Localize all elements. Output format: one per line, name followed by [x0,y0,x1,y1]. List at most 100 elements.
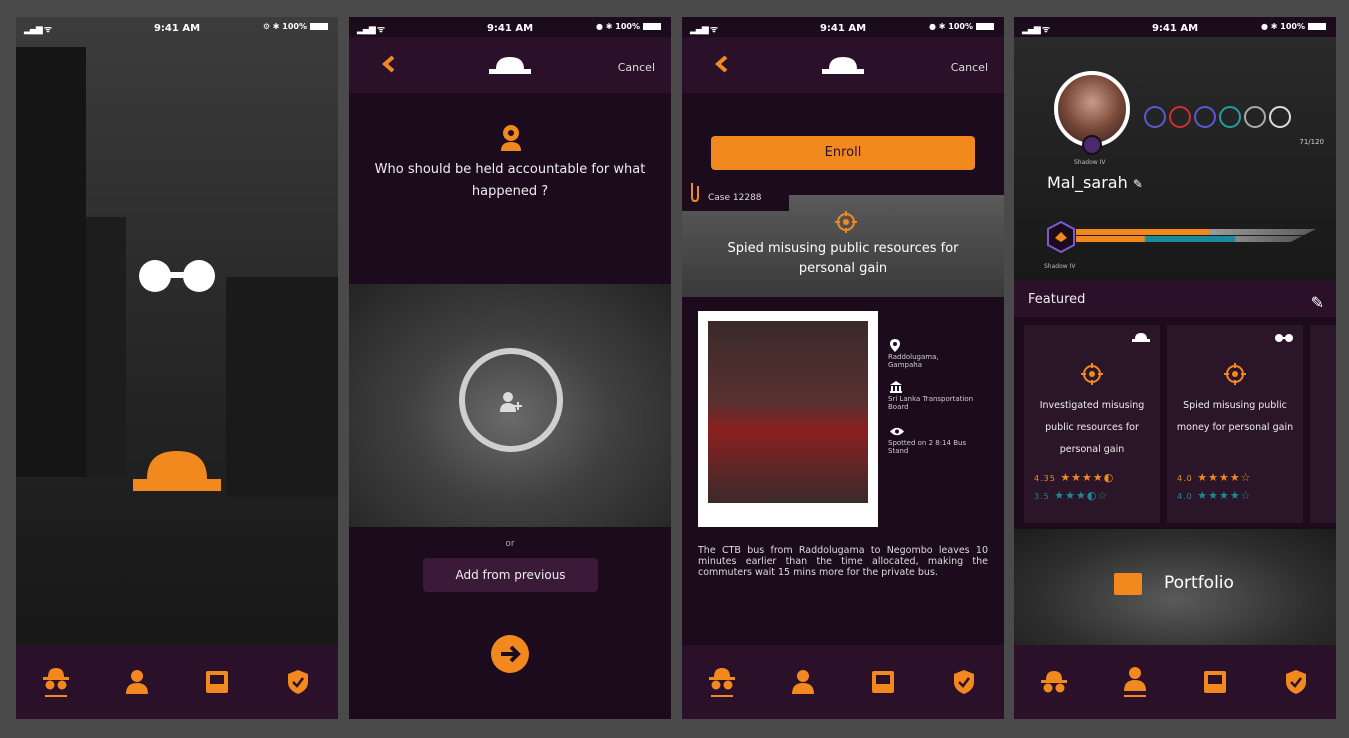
rating-row: 3.5 ★★★◐☆ [1034,489,1108,502]
rank-label: Shadow IV [1074,159,1106,166]
portfolio-label: Portfolio [1164,573,1234,593]
star-rating-icon: ★★★★☆ [1197,471,1252,484]
building-left-2 [86,217,126,477]
star-rating-icon: ★★★★☆ [1197,489,1252,502]
paperclip-icon [691,183,699,203]
inbox-icon [872,671,895,693]
badge-teal-icon[interactable] [1219,106,1241,128]
featured-card[interactable]: Spied misusing public money for personal… [1167,325,1303,523]
target-icon [1224,363,1246,385]
next-button[interactable] [491,635,529,673]
nav-header: Cancel [682,37,1004,93]
spotted-text: Spotted on 2 8:14 Bus Stand [888,439,967,455]
back-chevron-icon[interactable] [714,55,730,73]
person-icon [1123,667,1146,691]
accountability-screen: ▂▄▆ ᯤ 9:41 AM ● ✱ 100% Cancel Who should… [349,17,671,719]
tab-active-indicator [45,695,68,697]
glasses-icon [1275,334,1293,342]
card-title: Investigated misusing public resources f… [1039,400,1145,455]
tab-bar [16,645,338,719]
tab-spy[interactable] [1034,662,1074,702]
tab-active-indicator [711,695,734,697]
battery-icon: ● ✱ 100% [929,22,994,31]
splash-screen: ▂▄▆ ᯤ 9:41 AM ⚙ ✱ 100% [16,17,338,719]
username: Mal_sarah ✎ [1047,173,1143,192]
tab-profile[interactable] [783,662,823,702]
rank-badge-icon [1082,135,1102,155]
battery-icon: ⚙ ✱ 100% [263,22,328,31]
status-bar: ▂▄▆ ᯤ 9:41 AM ● ✱ 100% [349,17,671,37]
spy-icon [709,668,736,690]
featured-card-partial[interactable] [1310,325,1336,523]
organization-text: Sri Lanka Transportation Board [888,395,974,411]
folder-icon [1114,573,1142,595]
status-bar: ▂▄▆ ᯤ 9:41 AM ● ✱ 100% [1014,17,1336,37]
shield-icon [953,670,974,694]
rating-row: 4.35 ★★★★◐ [1034,471,1114,484]
tab-bar [1014,645,1336,719]
card-title: Spied misusing public money for personal… [1176,400,1294,433]
hat-logo-icon [489,57,531,74]
location-pin-icon [890,339,900,352]
tab-profile[interactable] [1115,662,1155,702]
inbox-icon [1204,671,1227,693]
edit-pencil-icon[interactable]: ✎ [1133,177,1143,191]
hat-logo-icon [822,57,864,74]
battery-icon: ● ✱ 100% [1261,22,1326,31]
tab-shield[interactable] [278,662,318,702]
case-detail-screen: ▂▄▆ ᯤ 9:41 AM ● ✱ 100% Cancel Enroll Cas… [682,17,1004,719]
back-chevron-icon[interactable] [381,55,397,73]
star-rating-icon: ★★★★◐ [1060,471,1115,484]
tab-profile[interactable] [117,662,157,702]
add-person-icon [500,392,522,412]
tab-inbox[interactable] [197,662,237,702]
suspect-icon [501,125,521,151]
rating-row: 4.0 ★★★★☆ [1177,489,1252,502]
tab-spy[interactable] [36,662,76,702]
featured-cards: Investigated misusing public resources f… [1024,325,1336,523]
badge-blue-icon[interactable] [1144,106,1166,128]
bus-photo [708,321,868,503]
tab-shield[interactable] [944,662,984,702]
rating-value: 4.0 [1177,492,1193,501]
cancel-button[interactable]: Cancel [618,61,655,74]
rating-value: 3.5 [1034,492,1050,501]
evidence-photo [698,311,878,527]
progress-bar-1 [1076,229,1316,235]
badge-empty-icon[interactable] [1269,106,1291,128]
rank-progress [1046,221,1316,253]
eye-icon [890,427,904,436]
badge-indigo-icon[interactable] [1194,106,1216,128]
rating-value: 4.0 [1177,474,1193,483]
spy-icon [43,668,70,690]
status-bar: ▂▄▆ ᯤ 9:41 AM ⚙ ✱ 100% [16,17,338,37]
case-number: Case 12288 [708,193,762,203]
inbox-icon [206,671,229,693]
edit-pencil-icon[interactable]: ✎ [1311,293,1324,312]
tab-inbox[interactable] [863,662,903,702]
bank-icon [890,381,902,393]
building-right [226,277,338,497]
shield-icon [1285,670,1306,694]
badge-red-icon[interactable] [1169,106,1191,128]
badge-grey-icon[interactable] [1244,106,1266,128]
tab-active-indicator [1123,695,1146,697]
shield-icon [287,670,308,694]
hat-logo-icon [133,451,221,491]
tab-inbox[interactable] [1195,662,1235,702]
tab-bar [682,645,1004,719]
featured-header: Featured ✎ [1014,281,1336,317]
cancel-button[interactable]: Cancel [951,61,988,74]
enroll-button[interactable]: Enroll [711,136,975,170]
status-bar: ▂▄▆ ᯤ 9:41 AM ● ✱ 100% [682,17,1004,37]
rating-row: 4.0 ★★★★☆ [1177,471,1252,484]
or-label: or [505,539,515,549]
spy-icon [1041,671,1068,693]
rank-caption: Shadow IV [1044,263,1076,270]
add-from-previous-button[interactable]: Add from previous [423,558,598,592]
tab-spy[interactable] [702,662,742,702]
case-description: The CTB bus from Raddolugama to Negombo … [698,545,988,578]
featured-card[interactable]: Investigated misusing public resources f… [1024,325,1160,523]
tab-shield[interactable] [1276,662,1316,702]
star-rating-icon: ★★★◐☆ [1054,489,1109,502]
